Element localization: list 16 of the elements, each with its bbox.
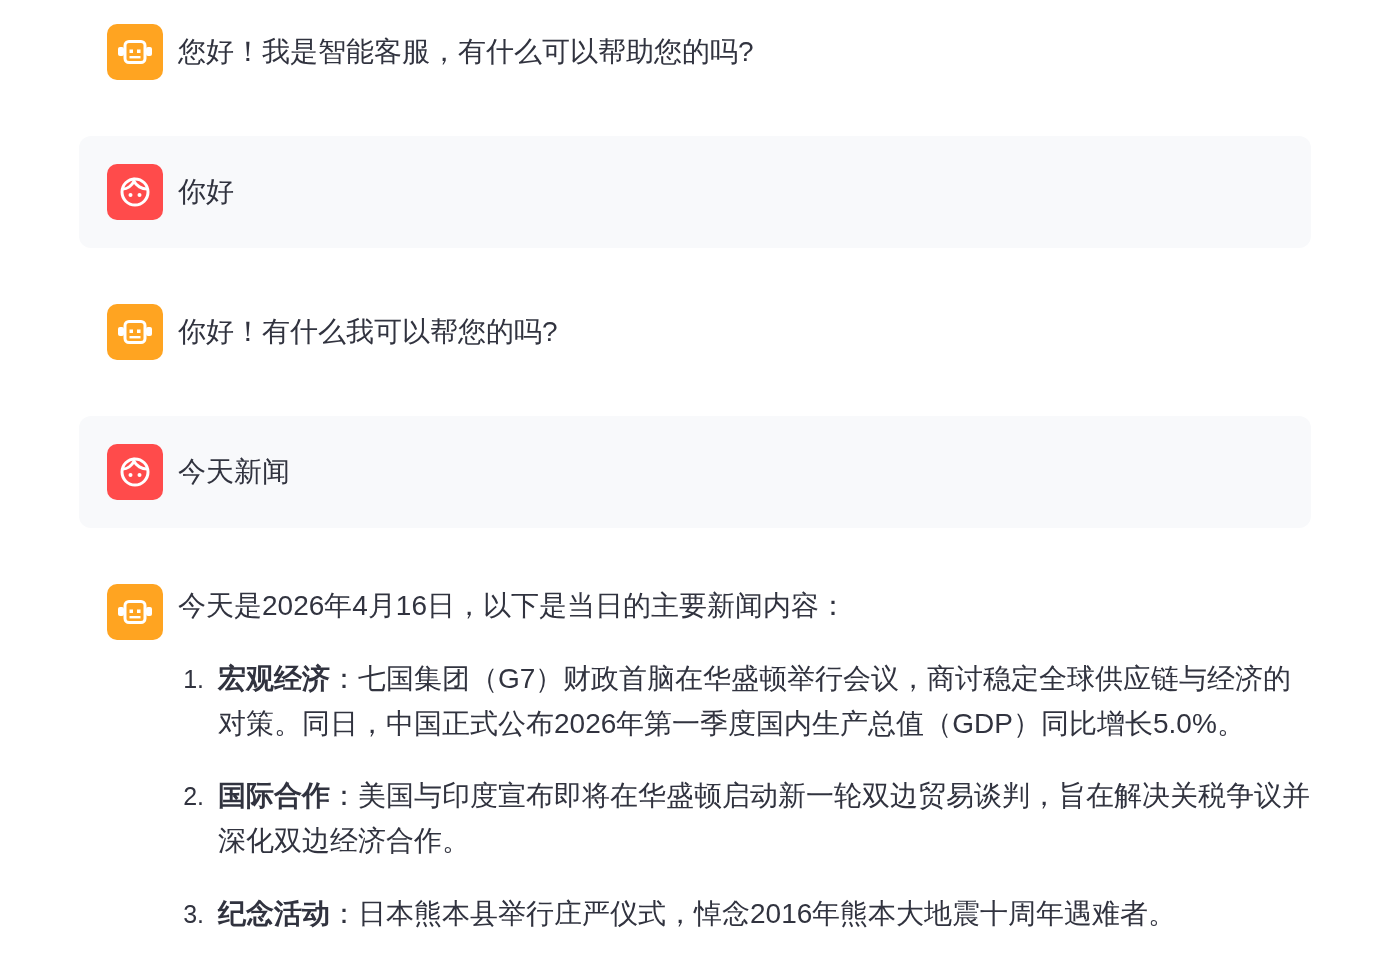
message-text: 今天新闻 [178, 454, 291, 489]
list-item-text: 纪念活动：日本熊本县举行庄严仪式，悼念2016年熊本大地震十周年遇难者。 [218, 897, 1178, 931]
list-item-text: 宏观经济：七国集团（G7）财政首脑在华盛顿举行会议，商讨稳定全球供应链与经济的对策。同日，中国正式公布2026年第一季度国内生产总值（GDP）同比增长5.0%。 [218, 661, 1293, 741]
message-text: 你好！有什么我可以帮您的吗? [178, 314, 559, 349]
list-number: 2. [182, 781, 205, 813]
message-text: 你好 [178, 174, 235, 209]
list-number: 1. [182, 663, 205, 695]
robot-icon [107, 304, 163, 360]
list-item-text: 国际合作：美国与印度宣布即将在华盛顿启动新一轮双边贸易谈判，旨在解决关税争议并深化双边经济合作。 [218, 779, 1310, 859]
message-text: 您好！我是智能客服，有什么可以帮助您的吗? [178, 34, 755, 69]
list-number: 3. [182, 899, 205, 930]
message-text: 今天是2026年4月16日，以下是当日的主要新闻内容： [178, 589, 848, 623]
face-icon [107, 164, 163, 220]
face-icon [107, 444, 163, 500]
robot-icon [107, 24, 163, 80]
robot-icon [107, 584, 163, 640]
